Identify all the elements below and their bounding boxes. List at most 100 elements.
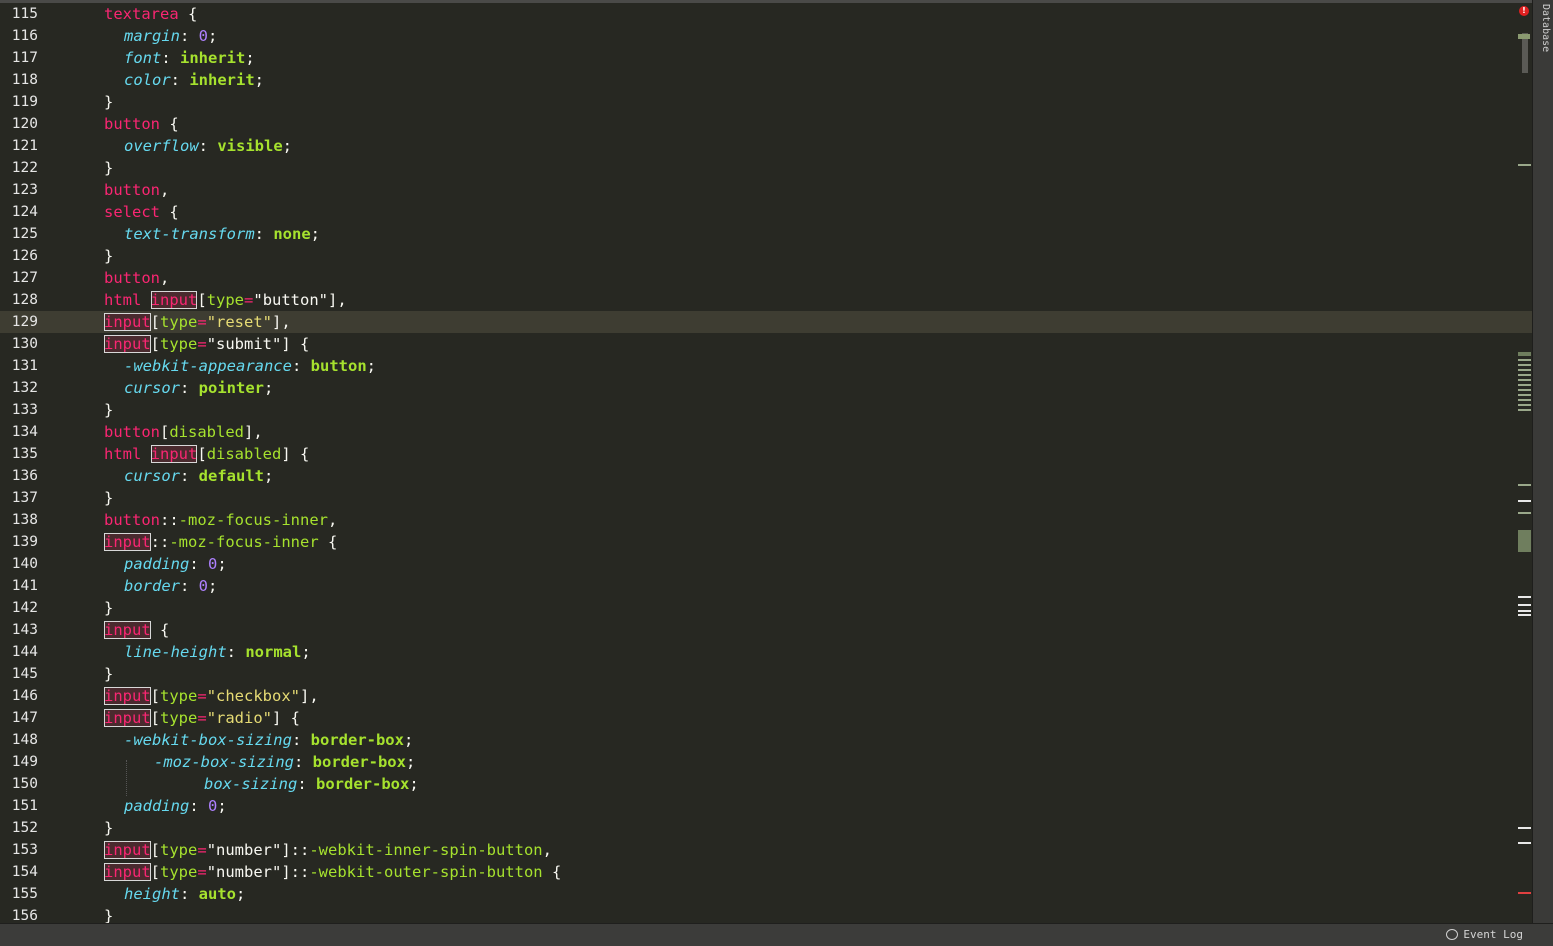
token-punc: : <box>291 357 311 375</box>
line-number: 133 <box>11 402 38 418</box>
token-prop: -webkit-appearance <box>124 357 292 375</box>
token-attr: type <box>160 709 198 727</box>
line-number: 141 <box>11 578 38 594</box>
vertical-scrollbar[interactable] <box>1515 3 1532 923</box>
code-text: cursor: default; <box>124 465 273 487</box>
code-line[interactable]: 133} <box>0 399 1532 421</box>
scroll-marker <box>1518 359 1531 361</box>
scroll-marker <box>1518 614 1531 616</box>
code-line[interactable]: 141 border: 0; <box>0 575 1532 597</box>
code-line[interactable]: 123 button, <box>0 179 1532 201</box>
line-number: 149 <box>11 754 38 770</box>
token-punc: ; <box>405 753 416 771</box>
token-tag-input: input <box>150 445 198 463</box>
code-text: } <box>104 91 113 113</box>
token-punc: { <box>318 533 338 551</box>
code-line[interactable]: 134 button[disabled], <box>0 421 1532 443</box>
code-line[interactable]: 146 input[type="checkbox"], <box>0 685 1532 707</box>
code-text: cursor: pointer; <box>124 377 273 399</box>
code-line[interactable]: 151 padding: 0; <box>0 795 1532 817</box>
scroll-marker-error <box>1518 892 1531 894</box>
code-line[interactable]: 118 color: inherit; <box>0 69 1532 91</box>
code-line[interactable]: 117 font: inherit; <box>0 47 1532 69</box>
scroll-marker <box>1518 364 1531 366</box>
scroll-marker <box>1518 596 1531 598</box>
token-punc: [ <box>150 687 161 705</box>
token-sel: textarea <box>104 5 179 23</box>
code-line[interactable]: 115 textarea { <box>0 3 1532 25</box>
code-line[interactable]: 147 input[type="radio"] { <box>0 707 1532 729</box>
code-line[interactable]: 153 input[type="number"]::-webkit-inner-s… <box>0 839 1532 861</box>
token-str: "reset" <box>206 313 273 331</box>
scrollbar-thumb[interactable] <box>1522 33 1528 73</box>
token-punc: ; <box>264 467 274 485</box>
code-line[interactable]: 124 select { <box>0 201 1532 223</box>
code-line[interactable]: 143 input { <box>0 619 1532 641</box>
token-num: 0 <box>198 27 209 45</box>
token-tag-input: input <box>104 709 151 727</box>
code-line[interactable]: 154 input[type="number"]::-webkit-outer-s… <box>0 861 1532 883</box>
code-line[interactable]: 129 input[type="reset"], <box>0 311 1532 333</box>
code-line[interactable]: 142} <box>0 597 1532 619</box>
token-attr: type <box>206 291 245 309</box>
code-line[interactable]: 130 input[type="submit"] { <box>0 333 1532 355</box>
scroll-marker <box>1518 827 1531 829</box>
token-sel: select <box>104 203 160 221</box>
code-line[interactable]: 116 margin: 0; <box>0 25 1532 47</box>
code-line[interactable]: 128 html input[type="button"], <box>0 289 1532 311</box>
code-line[interactable]: 127 button, <box>0 267 1532 289</box>
code-line[interactable]: 125 text-transform: none; <box>0 223 1532 245</box>
token-prop: color <box>124 71 171 89</box>
token-punc: : <box>293 753 313 771</box>
code-line[interactable]: 120 button { <box>0 113 1532 135</box>
token-punc: , <box>327 511 338 529</box>
code-line[interactable]: 145} <box>0 663 1532 685</box>
token-val: inherit <box>189 71 255 89</box>
line-number: 122 <box>11 160 38 176</box>
code-line[interactable]: 152} <box>0 817 1532 839</box>
scroll-marker <box>1518 164 1531 166</box>
code-line[interactable]: 119} <box>0 91 1532 113</box>
error-indicator-icon[interactable]: ! <box>1519 6 1529 16</box>
token-punc: { <box>178 5 198 23</box>
code-text: button::-moz-focus-inner, <box>104 509 337 531</box>
token-prop: box-sizing <box>204 775 298 793</box>
code-line[interactable]: 148 -webkit-box-sizing: border-box; <box>0 729 1532 751</box>
code-editor[interactable]: 115 textarea {116 margin: 0; 117 font: inher… <box>0 3 1532 923</box>
database-tab[interactable]: Database <box>1535 4 1551 64</box>
code-line[interactable]: 144 line-height: normal; <box>0 641 1532 663</box>
indent-guide <box>126 760 127 796</box>
token-attr: type <box>160 335 198 353</box>
code-line[interactable]: 138 button::-moz-focus-inner, <box>0 509 1532 531</box>
code-line[interactable]: 122} <box>0 157 1532 179</box>
code-text: padding: 0; <box>124 553 227 575</box>
token-punc: ; <box>409 775 419 793</box>
code-line[interactable]: 149 -moz-box-sizing: border-box; <box>0 751 1532 773</box>
token-punc: "button"], <box>253 291 347 309</box>
code-line[interactable]: 155 height: auto; <box>0 883 1532 905</box>
token-punc: "number"]:: <box>206 863 310 881</box>
code-line[interactable]: 150 box-sizing: border-box; <box>0 773 1532 795</box>
code-line[interactable]: 156} <box>0 905 1532 923</box>
code-line[interactable]: 137} <box>0 487 1532 509</box>
code-line[interactable]: 126} <box>0 245 1532 267</box>
code-line[interactable]: 135 html input[disabled] { <box>0 443 1532 465</box>
line-number: 142 <box>11 600 38 616</box>
token-num: 0 <box>198 577 209 595</box>
code-line[interactable]: 121 overflow: visible; <box>0 135 1532 157</box>
token-attr: disabled <box>206 445 282 463</box>
event-log-button[interactable]: Event Log <box>1446 928 1523 941</box>
code-line[interactable]: 139 input::-moz-focus-inner { <box>0 531 1532 553</box>
token-eq: = <box>197 841 207 859</box>
code-line[interactable]: 136 cursor: default; <box>0 465 1532 487</box>
code-line[interactable]: 131 -webkit-appearance: button; <box>0 355 1532 377</box>
code-line[interactable]: 132 cursor: pointer; <box>0 377 1532 399</box>
token-sel: button <box>104 181 160 199</box>
code-text: input[type="reset"], <box>104 311 291 333</box>
code-text: textarea { <box>104 3 197 25</box>
code-text: -moz-box-sizing: border-box; <box>154 751 415 773</box>
code-line[interactable]: 140 padding: 0; <box>0 553 1532 575</box>
token-punc: } <box>104 907 114 923</box>
token-val: inherit <box>180 49 246 67</box>
token-punc: : <box>180 379 199 397</box>
